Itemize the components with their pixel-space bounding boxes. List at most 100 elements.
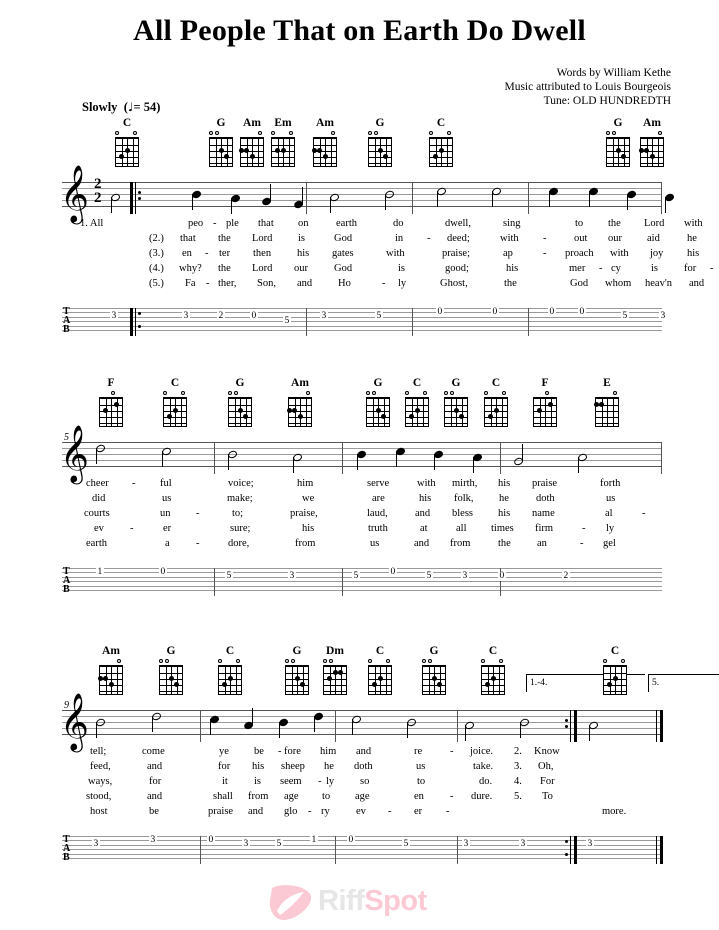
tab-fret-number: 0 (347, 835, 355, 845)
tab-fret-number: 5 (621, 311, 629, 322)
open-string-marker (366, 391, 370, 395)
lyric-word: him (297, 478, 314, 489)
chord-diagram-c[interactable]: C (478, 645, 508, 695)
finger-dot (280, 148, 286, 154)
lyric-word: mer (569, 263, 586, 274)
open-string-marker (159, 659, 163, 663)
tab-fret-number: 3 (320, 311, 328, 322)
chord-fretboard (163, 397, 187, 427)
chord-diagram-am[interactable]: Am (237, 117, 267, 167)
lyric-word: a (165, 538, 170, 549)
open-string-markers (112, 130, 142, 137)
lyric-word: sheep (281, 761, 305, 772)
lyric-word: earth (86, 538, 107, 549)
lyric-word: to (322, 791, 331, 802)
chord-diagram-g[interactable]: G (156, 645, 186, 695)
wordmark-spot: Spot (364, 885, 427, 917)
finger-dot (292, 408, 298, 414)
lyric-word: is (298, 233, 306, 244)
note-stem (396, 451, 398, 467)
lyric-word: good; (445, 263, 469, 274)
chord-name: E (603, 377, 611, 389)
chord-diagram-c[interactable]: C (215, 645, 245, 695)
chord-diagram-g[interactable]: G (282, 645, 312, 695)
chord-diagram-f[interactable]: F (96, 377, 126, 427)
music-staff: 𝄞 2 2 (60, 169, 675, 218)
finger-dot (103, 676, 109, 682)
lyric-word: feed, (90, 761, 111, 772)
chord-fretboard (368, 137, 392, 167)
chord-fretboard (422, 665, 446, 695)
chord-diagram-e[interactable]: E (592, 377, 622, 427)
chord-diagram-c[interactable]: C (112, 117, 142, 167)
open-string-marker (502, 391, 506, 395)
chord-name: C (491, 377, 501, 389)
chord-fretboard (97, 665, 123, 695)
lyric-word: - (582, 523, 586, 534)
lyric-word: on (298, 218, 309, 229)
lyric-word: praise; (442, 248, 470, 259)
finger-dot (222, 682, 228, 688)
chord-diagram-g[interactable]: G (419, 645, 449, 695)
chord-diagram-g[interactable]: G (441, 377, 471, 427)
chord-diagram-am[interactable]: Am (285, 377, 315, 427)
lyric-word: ter (219, 248, 231, 259)
chord-diagram-g[interactable]: G (603, 117, 633, 167)
ending-label: 1.-4. (530, 678, 548, 688)
tab-fret-number: 3 (462, 839, 470, 850)
chord-diagram-am[interactable]: Am (637, 117, 667, 167)
chord-fretboard (218, 665, 242, 695)
finger-dot (249, 154, 255, 160)
page-title: All People That on Earth Do Dwell (133, 14, 586, 47)
open-string-markers (206, 130, 236, 137)
lyric-word: Fa (185, 278, 196, 289)
open-string-markers (478, 658, 508, 665)
chord-diagram-g[interactable]: G (363, 377, 393, 427)
chord-diagram-f[interactable]: F (530, 377, 560, 427)
chord-diagram-g[interactable]: G (365, 117, 395, 167)
lyric-word: cy (611, 263, 621, 274)
barline (214, 442, 215, 474)
lyric-word: sure; (230, 523, 251, 534)
chord-diagram-c[interactable]: C (160, 377, 190, 427)
chord-diagram-c[interactable]: C (600, 645, 630, 695)
tab-barline (342, 568, 343, 596)
lyric-word: times (491, 523, 514, 534)
open-string-marker (422, 659, 426, 663)
finger-dot (453, 408, 459, 414)
lyric-word: (5.) (149, 278, 164, 289)
tab-staff: TAB 1 0 5 3 5 0 5 3 0 2 (62, 566, 662, 596)
chord-diagram-c[interactable]: C (481, 377, 511, 427)
lyric-word: glo (284, 806, 298, 817)
finger-dot (167, 414, 173, 420)
finger-dot (294, 676, 300, 682)
chord-diagram-c[interactable]: C (402, 377, 432, 427)
barline (457, 710, 458, 742)
chord-diagram-am[interactable]: Am (96, 645, 126, 695)
chord-diagram-em[interactable]: Em (268, 117, 298, 167)
chord-diagram-g[interactable]: G (225, 377, 255, 427)
open-string-marker (329, 659, 333, 663)
open-string-marker (115, 131, 119, 135)
chord-fretboard (271, 137, 295, 167)
lyric-word: mirth, (452, 478, 478, 489)
chord-diagram-dm[interactable]: Dm (320, 645, 350, 695)
lyric-word: is (254, 776, 262, 787)
finger-dot (124, 148, 130, 154)
sheet-music-page: All People That on Earth Do Dwell Words … (0, 0, 719, 930)
chord-diagram-c[interactable]: C (426, 117, 456, 167)
tab-fret-number: 3 (182, 311, 190, 322)
lyric-word: ther, (218, 278, 237, 289)
open-string-marker (285, 659, 289, 663)
ending-label: 5. (652, 678, 660, 688)
chord-fretboard (481, 665, 505, 695)
chord-diagram-g[interactable]: G (206, 117, 236, 167)
chord-fretboard (159, 665, 183, 695)
chord-diagram-am[interactable]: Am (310, 117, 340, 167)
lyric-word: why? (179, 263, 202, 274)
chord-fretboard (286, 397, 312, 427)
lyric-word: Lord (252, 263, 273, 274)
chord-diagram-c[interactable]: C (365, 645, 395, 695)
chord-fretboard (603, 665, 627, 695)
lyric-word: from (295, 538, 316, 549)
